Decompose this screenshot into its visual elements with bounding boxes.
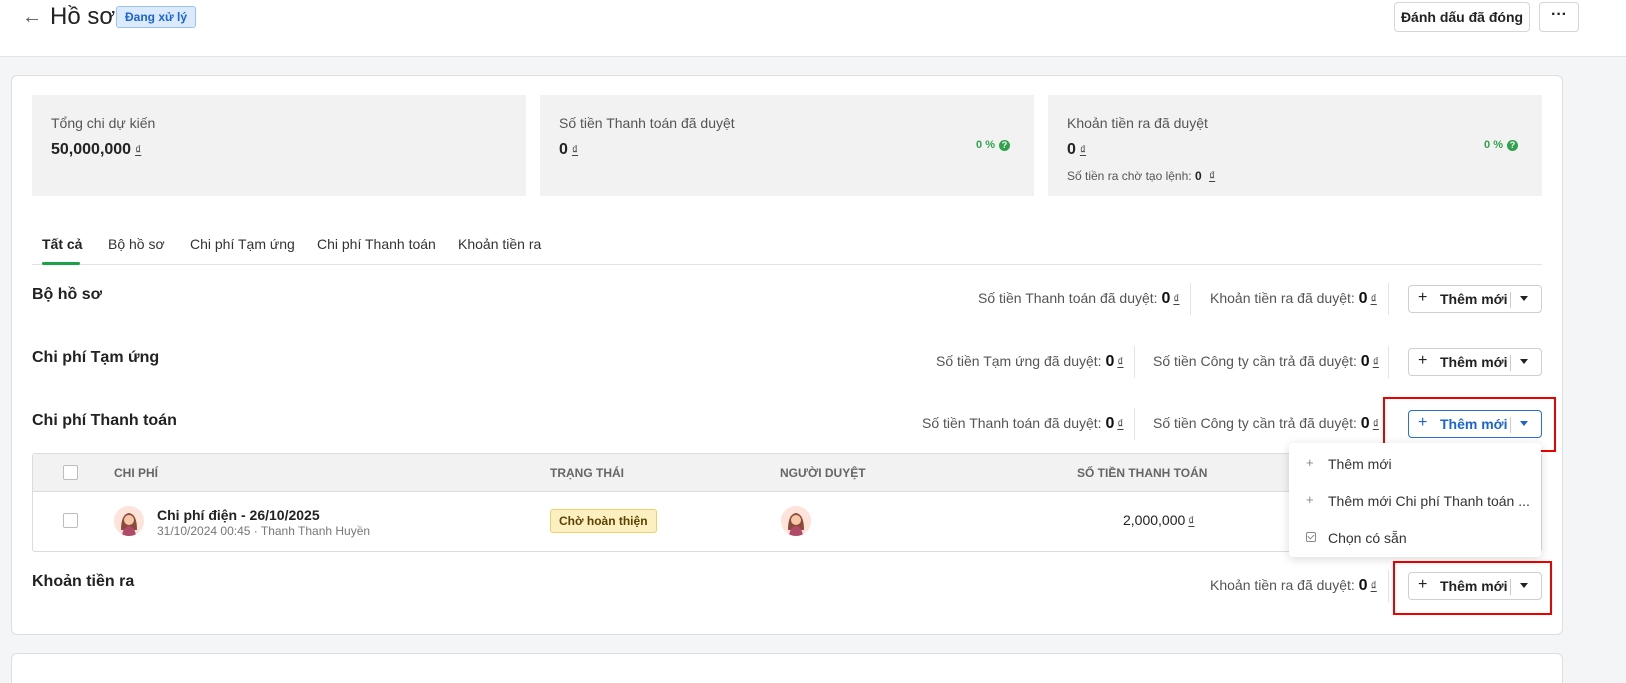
section-title-thanh-toan: Chi phí Thanh toán xyxy=(32,412,177,429)
divider xyxy=(1510,292,1511,308)
stat-value: 0 ₫ xyxy=(1067,141,1087,158)
status-badge: Đang xử lý xyxy=(116,6,197,28)
metric-advance-approved: Số tiền Tạm ứng đã duyệt: 0 ₫ xyxy=(936,353,1124,370)
mark-closed-button[interactable]: Đánh dấu đã đóng xyxy=(1394,2,1530,32)
section-title-khoan-tien-ra: Khoản tiền ra xyxy=(32,573,135,590)
divider xyxy=(1134,346,1135,378)
secondary-card xyxy=(11,653,1563,683)
menu-item-label: Thêm mới xyxy=(1328,456,1392,472)
row-amount: 2,000,000 ₫ xyxy=(1123,512,1195,528)
tab-bo-ho-so[interactable]: Bộ hồ sơ xyxy=(108,236,165,252)
tab-thanh-toan[interactable]: Chi phí Thanh toán xyxy=(317,236,436,252)
tab-bar: Tất cả Bộ hồ sơ Chi phí Tạm ứng Chi phí … xyxy=(32,232,1542,265)
metric-payment-approved: Số tiền Thanh toán đã duyệt: 0 ₫ xyxy=(978,290,1180,307)
more-horizontal-icon[interactable]: ··· xyxy=(1539,2,1579,32)
metric-company-payable: Số tiền Công ty cần trả đã duyệt: 0 ₫ xyxy=(1153,415,1379,432)
menu-item-add-payment-expense[interactable]: + Thêm mới Chi phí Thanh toán ... xyxy=(1289,485,1541,517)
section-title-bo-ho-so: Bộ hồ sơ xyxy=(32,286,103,303)
divider xyxy=(1388,283,1389,315)
stat-outflow-approved: Khoản tiền ra đã duyệt 0 ₫ 0 %? Số tiền r… xyxy=(1048,95,1542,196)
menu-item-label: Chọn có sẵn xyxy=(1328,530,1407,546)
section-title-tam-ung: Chi phí Tạm ứng xyxy=(32,349,160,366)
page-title: Hồ sơ xyxy=(50,3,116,30)
divider xyxy=(1134,408,1135,440)
check-square-icon xyxy=(1306,532,1316,542)
add-button-label: Thêm mới xyxy=(1440,291,1508,307)
status-badge: Chờ hoàn thiện xyxy=(550,509,657,533)
stat-label: Tổng chi dự kiến xyxy=(51,115,156,131)
stat-percent: 0 %? xyxy=(976,139,1010,151)
menu-item-choose-existing[interactable]: Chọn có sẵn xyxy=(1289,522,1541,554)
divider xyxy=(1388,570,1389,602)
arrow-left-icon[interactable]: ← xyxy=(22,6,42,29)
stat-percent: 0 %? xyxy=(1484,139,1518,151)
stat-total-expected: Tổng chi dự kiến 50,000,000 ₫ xyxy=(32,95,526,196)
column-header: TRẠNG THÁI xyxy=(550,466,624,480)
page-header: ← Hồ sơ Đang xử lý Đánh dấu đã đóng ··· xyxy=(0,0,1626,57)
stat-label: Khoản tiền ra đã duyệt xyxy=(1067,115,1208,131)
stat-payment-approved: Số tiền Thanh toán đã duyệt 0 ₫ 0 %? xyxy=(540,95,1034,196)
metric-payment-approved: Số tiền Thanh toán đã duyệt: 0 ₫ xyxy=(922,415,1124,432)
plus-icon: + xyxy=(1306,492,1314,507)
stat-value: 50,000,000 ₫ xyxy=(51,141,142,158)
tab-all[interactable]: Tất cả xyxy=(42,236,82,252)
stat-label: Số tiền Thanh toán đã duyệt xyxy=(559,115,735,131)
add-new-dropdown-menu: + Thêm mới + Thêm mới Chi phí Thanh toán… xyxy=(1289,443,1541,557)
plus-icon: + xyxy=(1418,289,1428,306)
caret-down-icon[interactable] xyxy=(1520,296,1528,301)
divider xyxy=(1510,355,1511,371)
active-tab-indicator xyxy=(42,262,80,265)
add-button-label: Thêm mới xyxy=(1440,354,1508,370)
tab-tam-ung[interactable]: Chi phí Tạm ứng xyxy=(190,236,295,252)
column-header: NGƯỜI DUYỆT xyxy=(780,466,866,480)
row-title[interactable]: Chi phí điện - 26/10/2025 xyxy=(157,507,320,523)
add-new-button-bo-ho-so[interactable]: + Thêm mới xyxy=(1408,285,1542,313)
row-checkbox[interactable] xyxy=(63,513,78,528)
help-icon[interactable]: ? xyxy=(999,140,1010,151)
select-all-checkbox[interactable] xyxy=(63,465,78,480)
plus-icon: + xyxy=(1306,455,1314,470)
avatar xyxy=(114,506,144,536)
caret-down-icon[interactable] xyxy=(1520,359,1528,364)
add-new-button-tam-ung[interactable]: + Thêm mới xyxy=(1408,348,1542,376)
approver-avatar xyxy=(781,506,811,536)
highlight-box xyxy=(1393,561,1552,615)
metric-outflow-approved: Khoản tiền ra đã duyệt: 0 ₫ xyxy=(1210,290,1377,307)
metric-outflow-approved: Khoản tiền ra đã duyệt: 0 ₫ xyxy=(1210,577,1377,594)
plus-icon: + xyxy=(1418,352,1428,369)
divider xyxy=(1190,283,1191,315)
tab-khoan-tien-ra[interactable]: Khoản tiền ra xyxy=(458,236,541,252)
column-header: SỐ TIỀN THANH TOÁN xyxy=(1077,466,1208,480)
menu-item-add-new[interactable]: + Thêm mới xyxy=(1289,448,1541,480)
column-header: CHI PHÍ xyxy=(114,466,159,480)
row-subtitle: 31/10/2024 00:45 · Thanh Thanh Huyền xyxy=(157,524,371,538)
stat-value: 0 ₫ xyxy=(559,141,579,158)
stat-sub: Số tiền ra chờ tạo lệnh: 0 ₫ xyxy=(1067,169,1216,183)
metric-company-payable: Số tiền Công ty cần trả đã duyệt: 0 ₫ xyxy=(1153,353,1379,370)
help-icon[interactable]: ? xyxy=(1507,140,1518,151)
menu-item-label: Thêm mới Chi phí Thanh toán ... xyxy=(1328,493,1530,509)
divider xyxy=(1388,346,1389,378)
